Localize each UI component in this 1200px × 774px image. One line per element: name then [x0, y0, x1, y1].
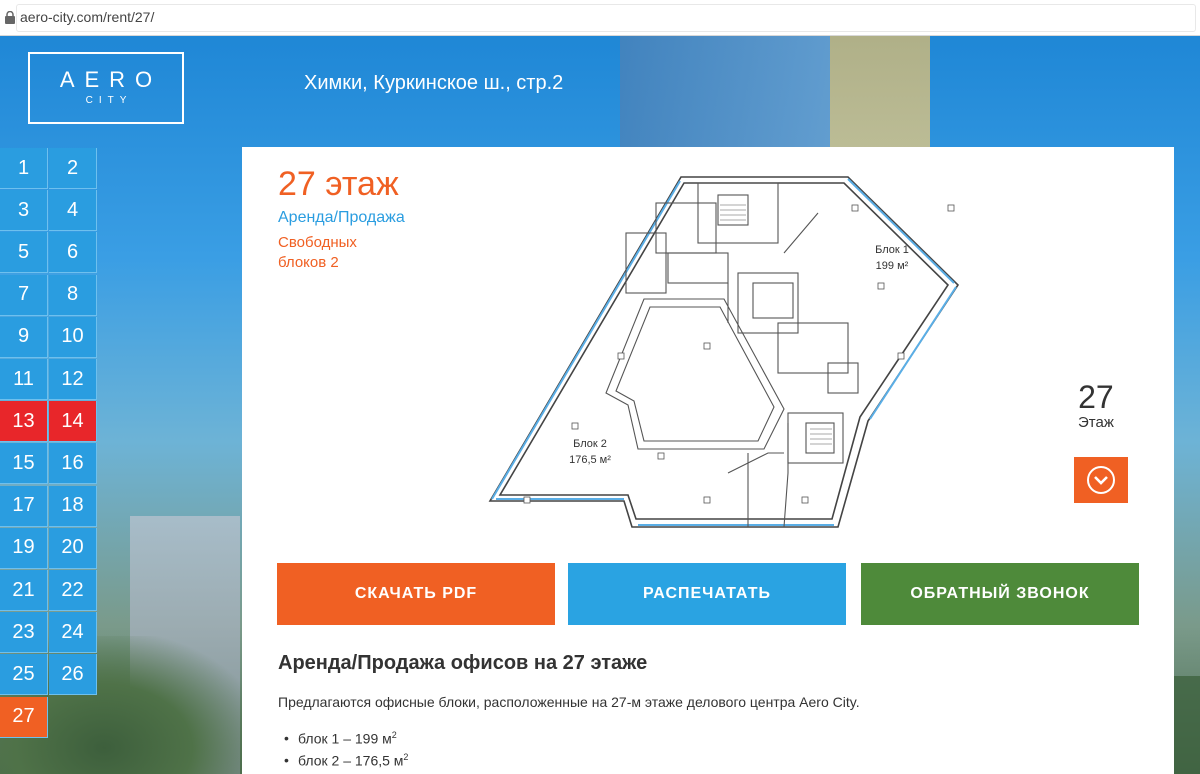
- floor-button-17[interactable]: 17: [0, 485, 48, 527]
- block1-area: 199 м²: [876, 260, 909, 272]
- blocks-list: блок 1 – 199 м2 блок 2 – 176,5 м2: [284, 730, 409, 774]
- floor-indicator: 27 Этаж: [1078, 379, 1114, 431]
- logo-sub-text: CITY: [85, 95, 133, 106]
- floor-button-11[interactable]: 11: [0, 359, 48, 400]
- block2-area: 176,5 м²: [569, 454, 611, 466]
- deal-type: Аренда/Продажа: [278, 209, 405, 226]
- floor-button-19[interactable]: 19: [0, 527, 48, 569]
- floor-button-27[interactable]: 27: [0, 696, 48, 738]
- print-button[interactable]: РАСПЕЧАТАТЬ: [568, 563, 846, 625]
- list-item-sup: 2: [391, 730, 397, 740]
- download-pdf-button[interactable]: СКАЧАТЬ PDF: [277, 563, 555, 625]
- floor-button-1[interactable]: 1: [0, 148, 48, 189]
- floor-button-23[interactable]: 23: [0, 612, 48, 654]
- floor-button-9[interactable]: 9: [0, 316, 48, 358]
- floor-button-7[interactable]: 7: [0, 274, 48, 316]
- floor-button-16[interactable]: 16: [49, 443, 97, 485]
- floor-button-20[interactable]: 20: [49, 527, 97, 569]
- list-item-sup: 2: [403, 752, 409, 762]
- lock-icon: [5, 11, 15, 24]
- floor-button-25[interactable]: 25: [0, 654, 48, 696]
- list-item-text: блок 1 – 199 м: [298, 730, 392, 747]
- floor-button-22[interactable]: 22: [49, 570, 97, 611]
- block2-name: Блок 2: [573, 438, 607, 450]
- floor-button-26[interactable]: 26: [49, 654, 97, 696]
- list-item: блок 1 – 199 м2: [284, 730, 408, 752]
- floor-button-4[interactable]: 4: [49, 190, 97, 232]
- floor-button-13[interactable]: 13: [0, 401, 48, 443]
- browser-address-bar[interactable]: aero-city.com/rent/27/: [0, 0, 1200, 36]
- floor-button-14[interactable]: 14: [49, 401, 97, 443]
- url-field[interactable]: [16, 4, 1196, 32]
- floor-button-8[interactable]: 8: [49, 274, 97, 316]
- floor-button-15[interactable]: 15: [0, 443, 48, 485]
- aero-city-logo[interactable]: AERO CITY: [28, 52, 184, 124]
- floor-indicator-number: 27: [1078, 379, 1114, 415]
- list-item: блок 2 – 176,5 м2: [284, 752, 409, 774]
- plan-interior: [605, 182, 859, 528]
- floor-button-10[interactable]: 10: [49, 316, 97, 358]
- floor-indicator-label: Этаж: [1078, 414, 1114, 431]
- plan-outline: [488, 176, 960, 528]
- floor-title: 27 этаж: [278, 165, 399, 203]
- url-text: aero-city.com/rent/27/: [20, 9, 155, 25]
- logo-main-text: AERO: [59, 67, 163, 92]
- floor-button-5[interactable]: 5: [0, 232, 48, 274]
- building-address: Химки, Куркинское ш., стр.2: [304, 72, 564, 94]
- list-item-text: блок 2 – 176,5 м: [298, 752, 404, 769]
- plan-windows: [491, 178, 957, 526]
- background-trees: [1170, 676, 1200, 774]
- chevron-down-icon: [1087, 466, 1115, 494]
- scroll-down-button[interactable]: [1074, 457, 1128, 503]
- floor-card: 27 этаж Аренда/Продажа Свободных блоков …: [242, 147, 1174, 774]
- description-title: Аренда/Продажа офисов на 27 этаже: [278, 652, 648, 674]
- plan-stairs: [720, 204, 832, 445]
- description-text: Предлагаются офисные блоки, расположенны…: [278, 694, 860, 710]
- callback-button[interactable]: ОБРАТНЫЙ ЗВОНОК: [861, 563, 1139, 625]
- floor-button-12[interactable]: 12: [49, 359, 97, 400]
- block1-name: Блок 1: [875, 244, 909, 256]
- floor-button-6[interactable]: 6: [49, 232, 97, 274]
- free-blocks-count: Свободных блоков 2: [278, 234, 357, 271]
- floor-button-3[interactable]: 3: [0, 190, 48, 232]
- floor-button-2[interactable]: 2: [49, 148, 97, 189]
- floor-button-21[interactable]: 21: [0, 570, 48, 611]
- floor-button-24[interactable]: 24: [49, 612, 97, 654]
- floor-plan[interactable]: Блок 1 199 м² Блок 2 176,5 м²: [488, 173, 1008, 535]
- floor-button-18[interactable]: 18: [49, 485, 97, 527]
